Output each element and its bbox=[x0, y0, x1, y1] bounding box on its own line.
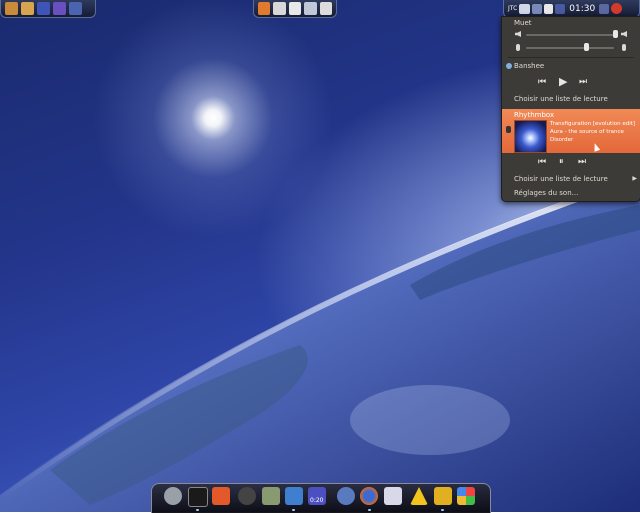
trophy-icon[interactable] bbox=[434, 487, 452, 505]
top-center-panel bbox=[253, 0, 337, 18]
top-left-panel bbox=[0, 0, 96, 18]
image-editor-icon[interactable] bbox=[384, 487, 402, 505]
banshee-play-icon[interactable]: ▶ bbox=[559, 76, 567, 87]
album-cover bbox=[514, 120, 547, 153]
terminal-icon[interactable] bbox=[188, 487, 208, 507]
mail-icon[interactable] bbox=[519, 3, 531, 14]
fox-launcher-icon[interactable] bbox=[258, 2, 271, 15]
mic-slider-knob[interactable] bbox=[584, 43, 589, 51]
running-indicator bbox=[292, 509, 295, 511]
banshee-app-icon bbox=[506, 63, 512, 69]
speaker-high-icon bbox=[621, 31, 627, 37]
indicator-label[interactable]: JTC bbox=[508, 5, 517, 12]
running-indicator bbox=[441, 509, 444, 511]
windows-apps-icon[interactable] bbox=[457, 487, 475, 505]
session-icon[interactable] bbox=[599, 3, 610, 14]
clock[interactable]: 01:30 bbox=[567, 4, 597, 14]
edit-icon[interactable] bbox=[288, 2, 302, 15]
rhythmbox-pause-icon[interactable]: ⏸ bbox=[559, 158, 564, 167]
banshee-playlist-item[interactable]: Choisir une liste de lecture bbox=[514, 95, 608, 103]
rhythmbox-player[interactable]: Rhythmbox Transfiguration [evolution edi… bbox=[502, 109, 640, 153]
rhythmbox-next-icon[interactable]: ⏭ bbox=[578, 158, 586, 167]
dvd-icon[interactable] bbox=[238, 487, 256, 505]
running-indicator bbox=[368, 509, 371, 511]
banshee-previous-icon[interactable]: ⏮ bbox=[538, 78, 546, 87]
chat-icon[interactable] bbox=[532, 3, 543, 14]
speaker-low-icon bbox=[515, 31, 521, 37]
warning-icon[interactable] bbox=[410, 487, 428, 505]
files-icon[interactable] bbox=[273, 2, 286, 15]
rhythmbox-name: Rhythmbox bbox=[514, 111, 555, 119]
calculator-icon[interactable] bbox=[262, 487, 280, 505]
dock-clock-badge: 0:20 bbox=[310, 497, 324, 504]
track-title: Transfiguration [evolution edit] bbox=[550, 121, 636, 127]
microphone-high-icon bbox=[622, 44, 626, 51]
rhythmbox-previous-icon[interactable]: ⏮ bbox=[538, 158, 546, 167]
disk-utility-icon[interactable] bbox=[164, 487, 182, 505]
network-icon[interactable] bbox=[304, 2, 317, 15]
running-indicator bbox=[196, 509, 199, 511]
track-artist: Aura - the source of trance bbox=[550, 129, 624, 135]
rhythmbox-app-icon bbox=[506, 126, 511, 133]
user-apps-icon[interactable] bbox=[21, 2, 34, 15]
document-viewer-icon[interactable] bbox=[285, 487, 303, 505]
rhythmbox-playlist-item[interactable]: Choisir une liste de lecture bbox=[514, 175, 608, 183]
mic-slider-track[interactable] bbox=[526, 47, 614, 49]
dock: 0:20 bbox=[151, 483, 491, 513]
home-folder-icon[interactable] bbox=[5, 2, 18, 15]
workspace-3-icon[interactable] bbox=[69, 2, 82, 15]
mail-client-icon[interactable] bbox=[337, 487, 355, 505]
workspace-2-icon[interactable] bbox=[53, 2, 66, 15]
sound-menu: Muet Banshee ⏮ ▶ ⏭ Choisir une liste de … bbox=[501, 16, 640, 202]
banshee-next-icon[interactable]: ⏭ bbox=[579, 78, 587, 87]
track-album: Disorder bbox=[550, 137, 574, 143]
network-status-icon[interactable] bbox=[555, 3, 566, 14]
window-icon[interactable] bbox=[319, 2, 333, 15]
volume-slider-track[interactable] bbox=[526, 34, 614, 36]
sound-settings-item[interactable]: Réglages du son... bbox=[514, 189, 578, 197]
power-icon[interactable] bbox=[611, 3, 623, 14]
microphone-low-icon bbox=[516, 44, 520, 51]
separator bbox=[508, 57, 634, 58]
mute-item[interactable]: Muet bbox=[514, 19, 532, 27]
shopping-bag-icon[interactable] bbox=[212, 487, 230, 505]
volume-slider-knob[interactable] bbox=[613, 30, 618, 38]
firefox-icon[interactable] bbox=[360, 487, 378, 505]
speaker-icon[interactable] bbox=[544, 3, 554, 14]
mouse-pointer-icon bbox=[591, 142, 601, 152]
workspace-1-icon[interactable] bbox=[37, 2, 50, 15]
submenu-arrow-icon: ▶ bbox=[632, 175, 637, 182]
banshee-player-name[interactable]: Banshee bbox=[514, 62, 544, 70]
